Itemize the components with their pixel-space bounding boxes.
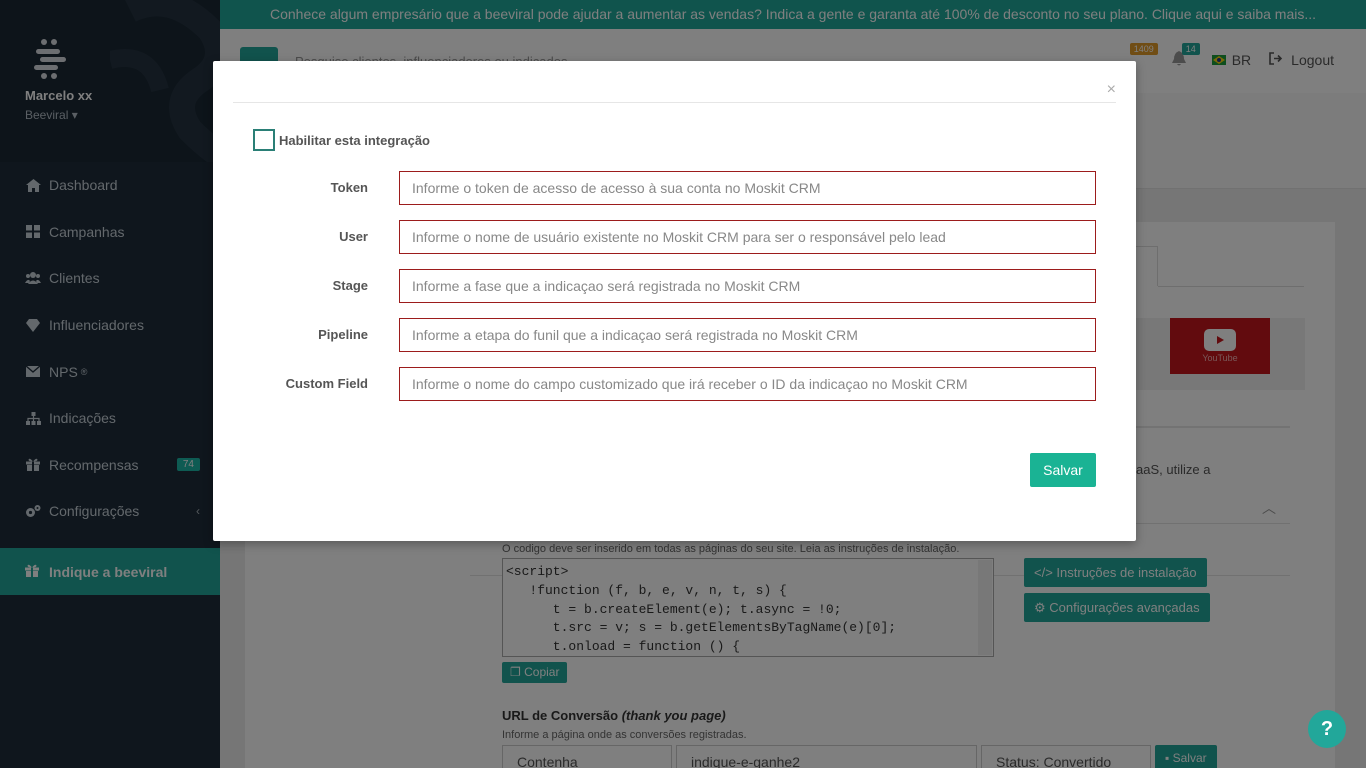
save-button[interactable]: Salvar	[1030, 453, 1096, 487]
pipeline-label: Pipeline	[318, 327, 368, 342]
token-label: Token	[330, 180, 368, 195]
form-row-token: Token	[233, 171, 1116, 205]
user-input[interactable]	[399, 220, 1096, 254]
form-row-stage: Stage	[233, 269, 1116, 303]
form-row-custom-field: Custom Field	[233, 367, 1116, 401]
integration-modal: × Habilitar esta integração Token User S…	[213, 61, 1136, 541]
help-button[interactable]: ?	[1308, 710, 1346, 748]
stage-input[interactable]	[399, 269, 1096, 303]
modal-body: Habilitar esta integração Token User Sta…	[233, 102, 1116, 522]
custom-field-input[interactable]	[399, 367, 1096, 401]
enable-integration-row[interactable]: Habilitar esta integração	[253, 129, 430, 151]
form-row-user: User	[233, 220, 1116, 254]
custom-field-label: Custom Field	[285, 376, 368, 391]
token-input[interactable]	[399, 171, 1096, 205]
user-label: User	[339, 229, 368, 244]
pipeline-input[interactable]	[399, 318, 1096, 352]
form-row-pipeline: Pipeline	[233, 318, 1116, 352]
close-icon[interactable]: ×	[1107, 81, 1116, 99]
stage-label: Stage	[332, 278, 368, 293]
enable-integration-label: Habilitar esta integração	[279, 132, 430, 148]
enable-integration-checkbox[interactable]	[253, 129, 275, 151]
